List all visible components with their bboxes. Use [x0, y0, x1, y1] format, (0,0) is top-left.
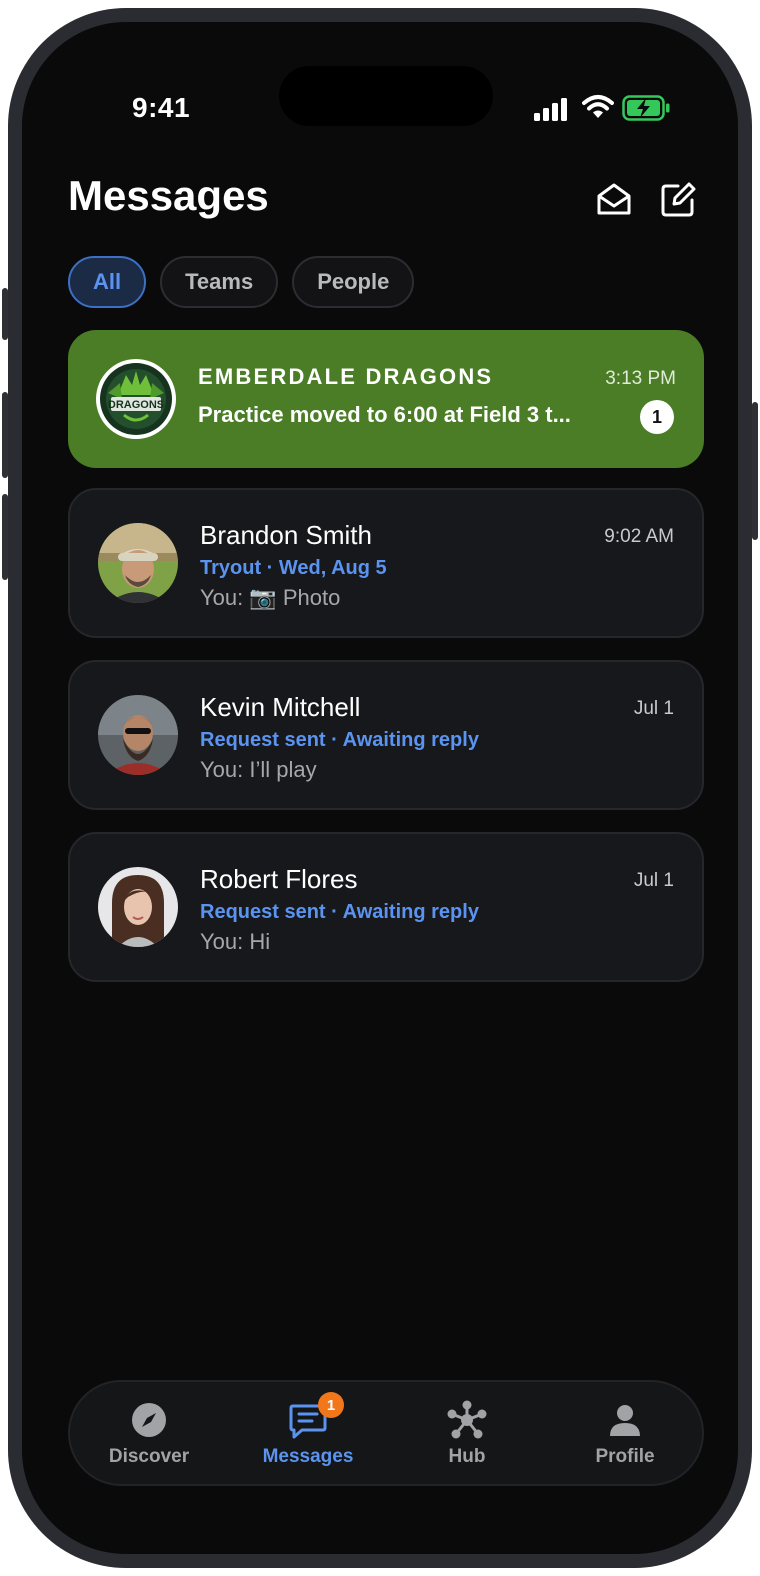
conversation-time: Jul 1 [633, 870, 674, 891]
tab-discover[interactable]: Discover [79, 1400, 219, 1468]
conversation-name: EMBERDALE DRAGONS [198, 364, 494, 389]
tab-label: Messages [262, 1446, 354, 1467]
screen: 9:41 Messages All Teams People DRAGONS E… [22, 22, 738, 1554]
volume-down-button [2, 494, 8, 580]
dynamic-island [279, 66, 493, 126]
conversation-time: 9:02 AM [604, 526, 674, 547]
conversation-preview: You: I’ll play [200, 757, 317, 782]
phone-frame: 9:41 Messages All Teams People DRAGONS E… [2, 8, 758, 1568]
avatar [98, 523, 178, 603]
tab-hub[interactable]: Hub [397, 1400, 537, 1468]
avatar [98, 695, 178, 775]
action-button [2, 288, 8, 340]
filter-tab-teams[interactable]: Teams [160, 256, 279, 308]
conversation-name: Kevin Mitchell [200, 692, 361, 722]
bottom-tab-bar: Discover 1 Messages Hub Profile [68, 1380, 704, 1486]
team-logo: DRAGONS [96, 359, 176, 439]
power-button [752, 402, 758, 540]
avatar [98, 867, 178, 947]
conversation-status: Request sent · Awaiting reply [200, 729, 479, 751]
conversation-emberdale-dragons[interactable]: DRAGONS EMBERDALE DRAGONS 3:13 PM Practi… [68, 330, 704, 468]
team-logo-text: DRAGONS [108, 399, 164, 411]
filter-tab-people[interactable]: People [292, 256, 415, 308]
filter-tabs: All Teams People [68, 256, 415, 308]
volume-up-button [2, 392, 8, 478]
compass-icon [132, 1403, 166, 1437]
page-title: Messages [68, 172, 269, 219]
tab-messages[interactable]: 1 Messages [238, 1392, 378, 1468]
filter-tab-all[interactable]: All [68, 256, 147, 308]
conversation-name: Robert Flores [200, 864, 358, 894]
conversation-status: Request sent · Awaiting reply [200, 901, 479, 923]
unread-count-badge: 1 [640, 400, 674, 434]
conversation-time: Jul 1 [633, 698, 674, 719]
wifi-icon [582, 95, 614, 118]
status-time: 9:41 [132, 92, 191, 123]
cellular-signal-icon [534, 97, 570, 121]
conversation-time: 3:13 PM [605, 368, 676, 389]
person-icon [610, 1405, 640, 1436]
tab-label: Profile [595, 1446, 655, 1467]
tab-label: Discover [108, 1446, 190, 1467]
conversation-brandon-smith[interactable]: Brandon Smith 9:02 AM Tryout · Wed, Aug … [68, 488, 704, 638]
tab-profile[interactable]: Profile [555, 1400, 695, 1468]
battery-charging-icon [622, 95, 670, 121]
conversation-preview: You: Hi [200, 929, 271, 954]
compose-icon[interactable] [658, 180, 698, 220]
tab-label: Hub [448, 1446, 486, 1467]
conversation-preview: Practice moved to 6:00 at Field 3 t... [198, 402, 571, 427]
envelope-open-icon[interactable] [594, 180, 634, 220]
conversation-preview: You: 📷 Photo [200, 585, 341, 610]
conversation-kevin-mitchell[interactable]: Kevin Mitchell Jul 1 Request sent · Awai… [68, 660, 704, 810]
conversation-name: Brandon Smith [200, 520, 372, 550]
hub-icon [447, 1400, 487, 1439]
tab-badge: 1 [318, 1392, 344, 1418]
conversation-robert-flores[interactable]: Robert Flores Jul 1 Request sent · Await… [68, 832, 704, 982]
conversation-status: Tryout · Wed, Aug 5 [200, 557, 387, 579]
